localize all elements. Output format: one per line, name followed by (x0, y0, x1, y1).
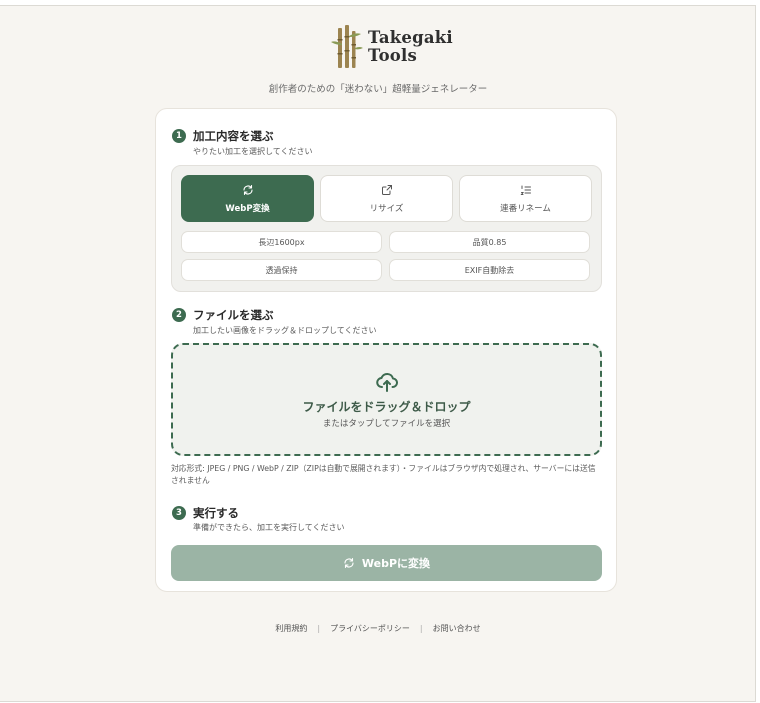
step-title: 実行する (193, 506, 239, 520)
tool-card: 1 加工内容を選ぶ やりたい加工を選択してください WebP変換 リサイズ 連番… (155, 108, 617, 592)
step-1-header: 1 加工内容を選ぶ (172, 128, 274, 144)
footer-separator: | (317, 624, 321, 633)
dropzone-subtitle: またはタップしてファイルを選択 (322, 419, 451, 429)
step-number: 3 (172, 506, 186, 520)
step-number: 2 (172, 308, 186, 322)
mode-label: WebP変換 (225, 203, 270, 214)
step-title: ファイルを選ぶ (193, 308, 274, 322)
mode-selector: WebP変換 リサイズ 連番リネーム 長辺1600px 品質0.85 透過保持 … (171, 165, 602, 292)
run-convert-button[interactable]: WebPに変換 (171, 545, 602, 581)
cloud-upload-icon (374, 370, 400, 398)
footer-contact-link[interactable]: お問い合わせ (433, 623, 481, 634)
refresh-icon (344, 557, 354, 569)
refresh-icon (242, 184, 254, 197)
step-number: 1 (172, 129, 186, 143)
brand-name-line1: Takegaki (368, 28, 453, 47)
mode-label: 連番リネーム (500, 203, 551, 214)
bamboo-icon (331, 25, 363, 68)
option-exif-remove[interactable]: EXIF自動除去 (389, 259, 590, 281)
brand-name: Takegaki Tools (368, 29, 453, 65)
tagline: 創作者のための「迷わない」超軽量ジェネレーター (268, 84, 488, 95)
file-dropzone[interactable]: ファイルをドラッグ＆ドロップ またはタップしてファイルを選択 (171, 343, 602, 456)
mode-rename-button[interactable]: 連番リネーム (459, 175, 592, 222)
step-subtitle: 加工したい画像をドラッグ＆ドロップしてください (193, 326, 377, 335)
run-button-label: WebPに変換 (361, 557, 431, 570)
mode-resize-button[interactable]: リサイズ (320, 175, 453, 222)
option-keep-transparency[interactable]: 透過保持 (181, 259, 382, 281)
mode-label: リサイズ (369, 203, 404, 214)
step-subtitle: やりたい加工を選択してください (193, 147, 313, 156)
step-2-header: 2 ファイルを選ぶ (172, 307, 274, 323)
dropzone-title: ファイルをドラッグ＆ドロップ (302, 400, 471, 414)
step-title: 加工内容を選ぶ (193, 129, 274, 143)
brand-logo[interactable]: Takegaki Tools (330, 24, 453, 70)
step-3-header: 3 実行する (172, 505, 239, 521)
numbered-list-icon (520, 184, 532, 197)
supported-formats-note: 対応形式: JPEG / PNG / WebP / ZIP（ZIPは自動で展開さ… (171, 464, 596, 485)
page: Takegaki Tools 創作者のための「迷わない」超軽量ジェネレーター 1… (0, 5, 756, 702)
resize-icon (381, 184, 393, 197)
option-quality[interactable]: 品質0.85 (389, 231, 590, 253)
footer-terms-link[interactable]: 利用規約 (275, 623, 307, 634)
step-subtitle: 準備ができたら、加工を実行してください (193, 523, 345, 532)
option-long-edge[interactable]: 長辺1600px (181, 231, 382, 253)
footer-separator: | (419, 624, 423, 633)
brand-name-line2: Tools (368, 46, 417, 65)
mode-webp-button[interactable]: WebP変換 (181, 175, 314, 222)
footer-privacy-link[interactable]: プライバシーポリシー (330, 623, 410, 634)
footer: 利用規約 | プライバシーポリシー | お問い合わせ (0, 623, 756, 634)
